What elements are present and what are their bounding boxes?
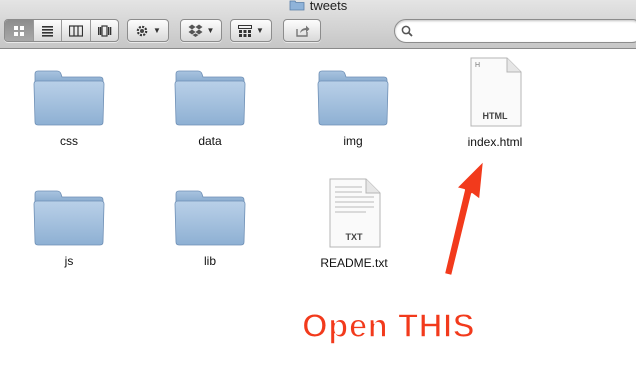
file-item-lib[interactable]: lib	[155, 190, 265, 268]
folder-icon	[174, 190, 246, 246]
chevron-down-icon: ▼	[153, 26, 161, 35]
file-item-js[interactable]: js	[14, 190, 124, 268]
file-name: img	[343, 134, 363, 148]
file-type-badge: TXT	[345, 232, 363, 242]
chevron-down-icon: ▼	[256, 26, 264, 35]
view-mode-control[interactable]	[4, 19, 119, 42]
svg-text:H: H	[475, 62, 480, 69]
coverflow-view-icon	[97, 24, 112, 37]
share-icon	[295, 25, 309, 37]
column-view-icon	[68, 24, 83, 37]
window-title: tweets	[309, 0, 348, 13]
chevron-down-icon: ▼	[206, 26, 215, 35]
dropbox-menu-button[interactable]: ▼	[180, 19, 222, 42]
file-name: README.txt	[320, 256, 388, 270]
list-view-icon	[41, 25, 53, 37]
folder-icon	[317, 70, 389, 126]
file-name: lib	[203, 254, 216, 268]
arrange-menu-button[interactable]: ▼	[230, 19, 272, 42]
folder-icon	[289, 0, 305, 11]
file-item-readme-txt[interactable]: TXT README.txt	[299, 178, 409, 270]
icon-view-button[interactable]	[5, 20, 33, 41]
search-icon	[401, 25, 413, 37]
search-field[interactable]	[394, 19, 636, 43]
gear-icon	[136, 25, 148, 36]
action-menu-button[interactable]: ▼	[127, 19, 169, 42]
file-name: index.html	[467, 135, 523, 149]
arrange-grid-icon	[238, 24, 253, 37]
finder-toolbar: tweets ▼ ▼ ▼	[0, 0, 636, 49]
annotation-text: Open THIS	[301, 306, 476, 345]
icon-view-icon	[13, 25, 24, 36]
coverflow-view-button[interactable]	[89, 20, 119, 41]
column-view-button[interactable]	[61, 20, 90, 41]
dropbox-icon	[188, 24, 203, 37]
file-name: data	[198, 134, 222, 148]
file-type-badge: HTML	[482, 111, 508, 121]
folder-icon	[174, 70, 246, 126]
file-item-css[interactable]: css	[14, 70, 124, 148]
list-view-button[interactable]	[32, 20, 62, 41]
file-name: css	[60, 134, 78, 148]
file-item-data[interactable]: data	[155, 70, 265, 148]
file-name: js	[64, 254, 74, 268]
file-item-img[interactable]: img	[298, 70, 408, 148]
folder-icon	[33, 190, 105, 246]
window-title-bar: tweets	[0, 0, 636, 13]
red-arrow-annotation	[443, 159, 485, 277]
folder-icon	[33, 70, 105, 126]
file-item-index-html[interactable]: H HTML index.html	[440, 57, 550, 149]
search-input[interactable]	[419, 24, 619, 38]
share-button[interactable]	[283, 19, 321, 42]
